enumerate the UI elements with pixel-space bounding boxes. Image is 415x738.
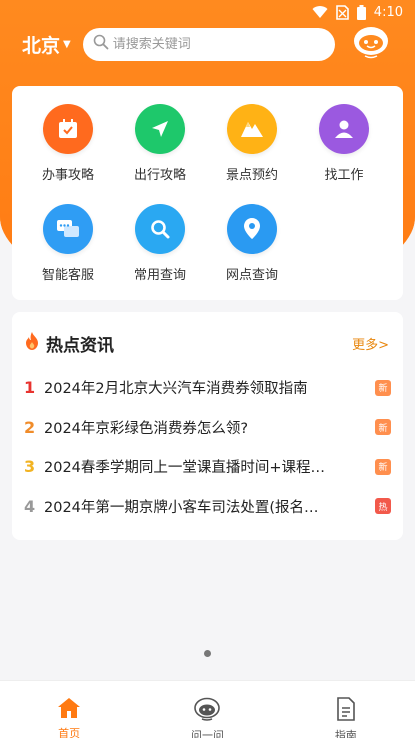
- service-label: 找工作: [324, 168, 364, 183]
- caret-down-icon: ▼: [63, 38, 71, 50]
- service-guide[interactable]: 办事攻略: [22, 104, 114, 204]
- news-headline: 2024年第一期京牌小客车司法处置(报名…: [44, 499, 319, 516]
- mountain-icon: [227, 104, 277, 154]
- paper-plane-icon: [135, 104, 185, 154]
- more-link[interactable]: 更多>: [352, 334, 389, 353]
- battery-icon: [356, 4, 366, 20]
- bottom-tab-bar: 首页 问一问 指南: [0, 680, 415, 738]
- no-sim-icon: [335, 4, 349, 20]
- location-pin-icon: [227, 204, 277, 254]
- calendar-check-icon: [43, 104, 93, 154]
- status-bar: 4:10: [0, 0, 415, 24]
- magnifier-icon: [135, 204, 185, 254]
- service-common-query[interactable]: 常用查询: [114, 204, 206, 304]
- new-badge: 新: [375, 419, 391, 436]
- service-label: 网点查询: [225, 268, 278, 283]
- person-icon: [319, 104, 369, 154]
- chat-bubbles-icon: [43, 204, 93, 254]
- service-label: 常用查询: [133, 268, 186, 283]
- news-rank: 1: [24, 378, 36, 398]
- service-label: 景点预约: [225, 168, 278, 183]
- news-item[interactable]: 2 2024年京彩绿色消费券怎么领? 新: [24, 408, 391, 448]
- search-input[interactable]: [112, 36, 313, 52]
- news-rank: 4: [24, 496, 36, 516]
- news-item[interactable]: 1 2024年2月北京大兴汽车消费券领取指南 新: [24, 368, 391, 408]
- tab-label: 首页: [58, 727, 81, 738]
- city-label: 北京: [22, 34, 61, 57]
- service-travel[interactable]: 出行攻略: [114, 104, 206, 204]
- city-selector[interactable]: 北京 ▼: [22, 31, 71, 58]
- service-label: 办事攻略: [41, 168, 94, 183]
- service-jobs[interactable]: 找工作: [298, 104, 390, 204]
- search-icon: [93, 34, 109, 54]
- news-headline: 2024年京彩绿色消费券怎么领?: [44, 420, 249, 437]
- tab-label: 问一问: [190, 729, 224, 738]
- robot-assistant-icon[interactable]: [351, 24, 391, 64]
- robot-face-icon: [193, 697, 221, 725]
- news-headline: 2024年2月北京大兴汽车消费券领取指南: [44, 381, 308, 398]
- services-card: 办事攻略 出行攻略 景点预约 找工作 智能客服 常用查询 网点查询: [12, 86, 403, 300]
- tab-ask[interactable]: 问一问: [138, 681, 276, 738]
- document-icon: [336, 697, 356, 725]
- tab-label: 指南: [334, 729, 357, 738]
- tab-home[interactable]: 首页: [0, 681, 138, 738]
- service-label: 出行攻略: [133, 168, 186, 183]
- news-headline: 2024春季学期同上一堂课直播时间+课程…: [44, 460, 326, 477]
- hot-badge: 热: [375, 498, 391, 515]
- news-rank: 2: [24, 417, 36, 437]
- service-scenic-booking[interactable]: 景点预约: [206, 104, 298, 204]
- hot-news-card: 热点资讯 更多> 1 2024年2月北京大兴汽车消费券领取指南 新 2 2024…: [12, 312, 403, 540]
- service-label: 智能客服: [41, 268, 94, 283]
- news-item[interactable]: 4 2024年第一期京牌小客车司法处置(报名… 热: [24, 487, 391, 527]
- page-indicator-dot: [204, 650, 211, 657]
- top-header: 北京 ▼: [0, 24, 415, 64]
- new-badge: 新: [375, 458, 391, 475]
- service-ai-support[interactable]: 智能客服: [22, 204, 114, 304]
- home-icon: [57, 697, 81, 723]
- new-badge: 新: [375, 379, 391, 396]
- flame-icon: [24, 331, 40, 355]
- news-item[interactable]: 3 2024春季学期同上一堂课直播时间+课程… 新: [24, 447, 391, 487]
- service-outlet-query[interactable]: 网点查询: [206, 204, 298, 304]
- news-section-title: 热点资讯: [46, 335, 114, 356]
- news-rank: 3: [24, 457, 36, 477]
- wifi-icon: [312, 5, 328, 19]
- tab-guide[interactable]: 指南: [277, 681, 415, 738]
- search-bar[interactable]: [82, 27, 335, 61]
- status-time: 4:10: [373, 4, 403, 20]
